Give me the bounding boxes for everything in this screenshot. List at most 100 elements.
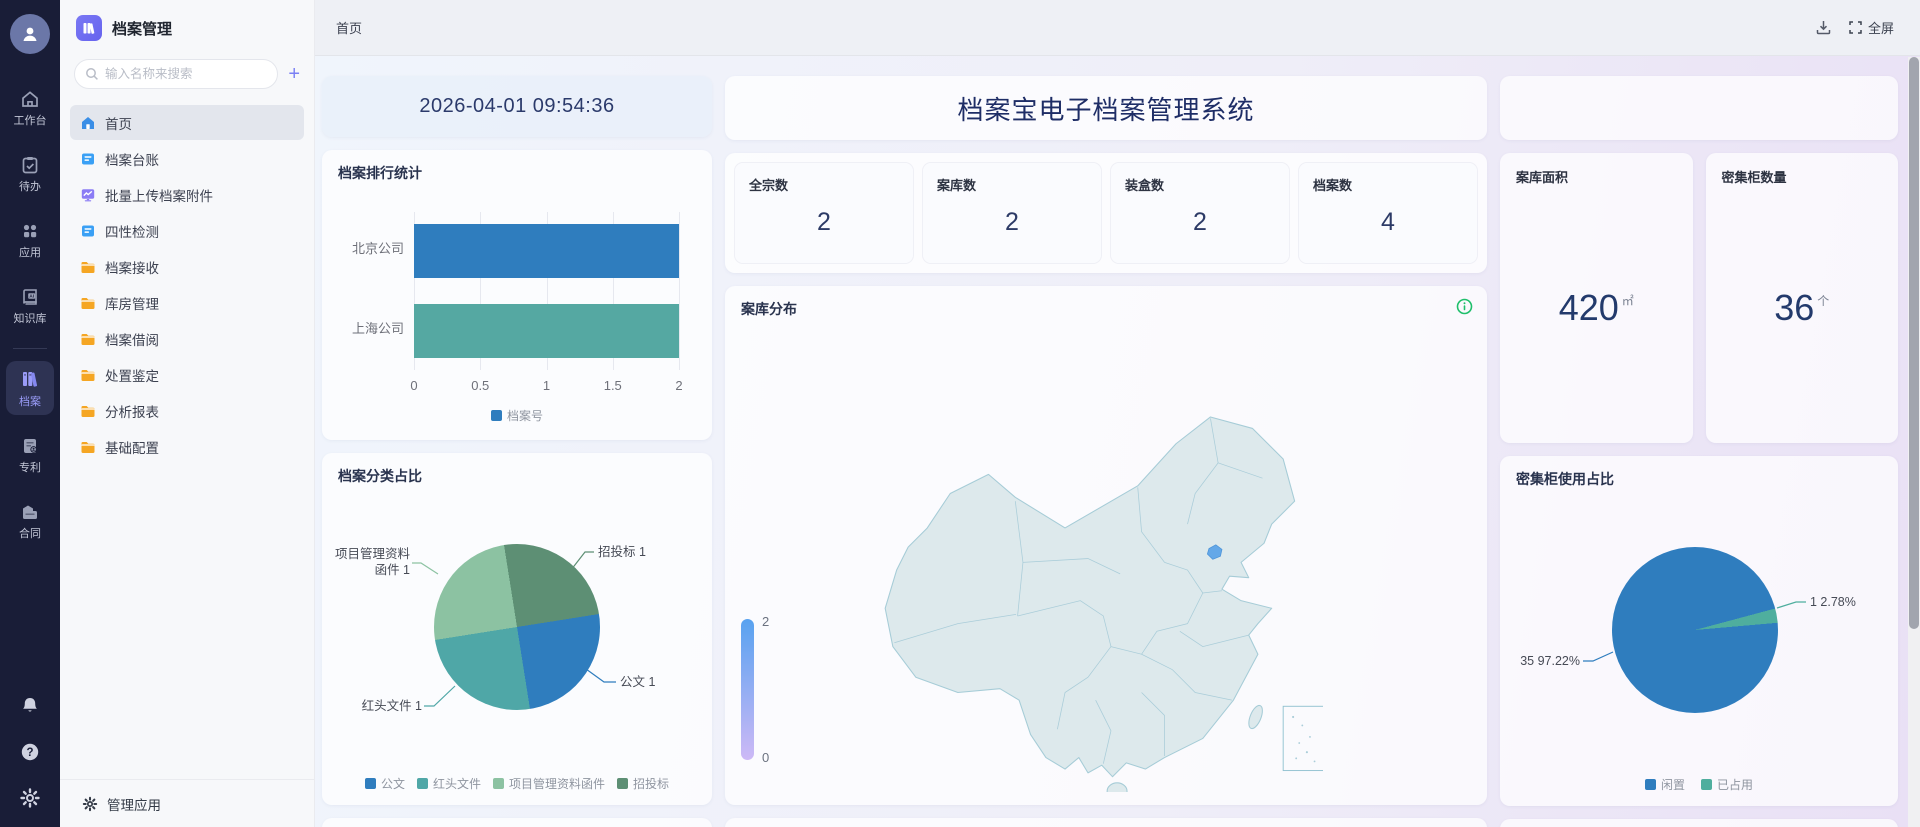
bar-category-label: 北京公司 (322, 238, 404, 257)
stat-value: 4 (1313, 194, 1463, 251)
legend-label: 闲置 (1661, 778, 1685, 792)
sidebar-item-receive[interactable]: 档案接收 (70, 249, 304, 284)
archive-category-card: 档案分类占比 公文 1 红头文件 1 项目管理资料函件 1 招投标 1 公文 红 (322, 453, 712, 805)
folder-icon (80, 295, 96, 311)
topbar: 首页 全屏 (315, 0, 1920, 56)
legend-label: 档案号 (507, 409, 543, 423)
info-icon[interactable] (1456, 298, 1473, 315)
bar-beijing[interactable] (414, 224, 679, 278)
patent-doc-icon (20, 436, 40, 456)
svg-text:AI: AI (29, 294, 34, 299)
legend-item: 招投标 (617, 775, 669, 792)
visualmap-gradient-bar[interactable] (741, 619, 754, 760)
add-button[interactable]: + (288, 64, 300, 84)
sidebar-item-ledger[interactable]: 档案台账 (70, 141, 304, 176)
archive-ranking-card: 档案排行统计 北京公司 上海公司 0 0.5 (322, 150, 712, 440)
manage-apps-button[interactable]: 管理应用 (60, 779, 314, 827)
rail-label: 合同 (19, 525, 41, 541)
sidebar-search-row: + (60, 59, 314, 105)
stats-row: 全宗数 2 案库数 2 装盒数 2 档案数 4 (725, 153, 1487, 273)
rail-item-apps[interactable]: 应用 (6, 214, 54, 266)
scrollbar-thumb[interactable] (1909, 57, 1919, 629)
kpi-row: 案库面积 420㎡ 密集柜数量 36个 (1500, 153, 1898, 443)
sidebar-item-label: 处置鉴定 (105, 365, 159, 385)
download-icon[interactable] (1815, 19, 1832, 36)
fullscreen-label: 全屏 (1868, 18, 1894, 37)
fullscreen-button[interactable]: 全屏 (1848, 18, 1894, 37)
pie-callout: 项目管理资料函件 1 (324, 547, 410, 578)
search-box[interactable] (74, 59, 278, 89)
legend-swatch (1645, 779, 1656, 790)
sidebar-item-batch-upload[interactable]: 批量上传档案附件 (70, 177, 304, 212)
pie-callout: 招投标 1 (598, 545, 646, 561)
document-icon (80, 151, 96, 167)
sidebar-item-borrow[interactable]: 档案借阅 (70, 321, 304, 356)
sidebar-item-reports[interactable]: 分析报表 (70, 393, 304, 428)
manage-apps-label: 管理应用 (107, 794, 161, 814)
legend-label: 公文 (381, 777, 405, 791)
kpi-label: 密集柜数量 (1722, 167, 1883, 186)
legend-swatch (365, 778, 376, 789)
user-avatar[interactable] (10, 14, 50, 54)
pie-callout: 1 2.78% (1810, 595, 1856, 611)
main-area: 首页 全屏 2026-04-01 09:54:36 档案排行统计 北京公司 上海… (315, 0, 1920, 827)
rail-item-patent[interactable]: 专利 (6, 429, 54, 481)
tab-home[interactable]: 首页 (336, 18, 362, 37)
knowledge-book-ai-icon: AI (20, 287, 40, 307)
rail-item-todo[interactable]: 待办 (6, 148, 54, 200)
topbar-actions: 全屏 (1815, 18, 1894, 37)
sidebar-item-label: 基础配置 (105, 437, 159, 457)
rail-label: 专利 (19, 459, 41, 475)
home-outline-icon (20, 89, 40, 109)
rail-bottom-group: ? (19, 695, 41, 827)
sidebar-item-storeroom[interactable]: 库房管理 (70, 285, 304, 320)
rail-item-workbench[interactable]: 工作台 (6, 82, 54, 134)
x-tick: 2 (675, 378, 682, 393)
bar-legend[interactable]: 档案号 (322, 407, 712, 424)
bar-category-label: 上海公司 (322, 318, 404, 337)
search-input[interactable] (105, 67, 225, 81)
pie-legend[interactable]: 公文 红头文件 项目管理资料函件 招投标 (322, 775, 712, 792)
usage-pie[interactable] (1612, 547, 1778, 713)
sidebar-item-label: 档案台账 (105, 149, 159, 169)
help-icon[interactable]: ? (19, 741, 41, 763)
sidebar-item-config[interactable]: 基础配置 (70, 429, 304, 464)
x-axis-ticks: 0 0.5 1 1.5 2 (414, 378, 679, 394)
pie-legend[interactable]: 闲置 已占用 (1500, 776, 1898, 793)
app-sidebar: 档案管理 + 首页 档案台账 批量上传档案附件 四 (60, 0, 315, 827)
sidebar-item-four-check[interactable]: 四性检测 (70, 213, 304, 248)
stat-value: 2 (749, 194, 899, 251)
sidebar-item-label: 库房管理 (105, 293, 159, 313)
stat-value: 2 (937, 194, 1087, 251)
folder-icon (80, 331, 96, 347)
datetime-card: 2026-04-01 09:54:36 (322, 76, 712, 137)
stat-label: 装盒数 (1125, 175, 1275, 194)
china-map[interactable] (853, 394, 1323, 792)
rail-item-archive[interactable]: 档案 (6, 361, 54, 415)
search-icon (85, 67, 99, 81)
settings-gear-icon[interactable] (19, 787, 41, 809)
repository-area-card: 案库面积 420㎡ (1500, 153, 1693, 443)
legend-item: 闲置 (1645, 776, 1685, 793)
fullscreen-icon (1848, 20, 1863, 35)
rail-item-knowledge[interactable]: AI 知识库 (6, 280, 54, 332)
clipboard-check-icon (20, 155, 40, 175)
visualmap-min: 0 (762, 750, 769, 765)
bar-shanghai[interactable] (414, 304, 679, 358)
gear-icon (82, 796, 98, 812)
folder-icon (80, 259, 96, 275)
repository-map-card: 案库分布 (725, 286, 1487, 805)
rail-item-contract[interactable]: 合同 (6, 495, 54, 547)
sidebar-item-home[interactable]: 首页 (70, 105, 304, 140)
sidebar-item-disposal[interactable]: 处置鉴定 (70, 357, 304, 392)
vertical-scrollbar[interactable] (1908, 57, 1920, 827)
dashboard-col-left: 2026-04-01 09:54:36 档案排行统计 北京公司 上海公司 (322, 76, 712, 827)
pie-callout: 35 97.22% (1506, 654, 1580, 670)
category-pie[interactable] (434, 544, 600, 710)
books-icon (19, 368, 41, 390)
stat-label: 全宗数 (749, 175, 899, 194)
contract-folder-icon (20, 502, 40, 522)
bell-icon[interactable] (19, 695, 41, 717)
sidebar-title: 档案管理 (112, 18, 172, 39)
x-tick: 1.5 (604, 378, 622, 393)
